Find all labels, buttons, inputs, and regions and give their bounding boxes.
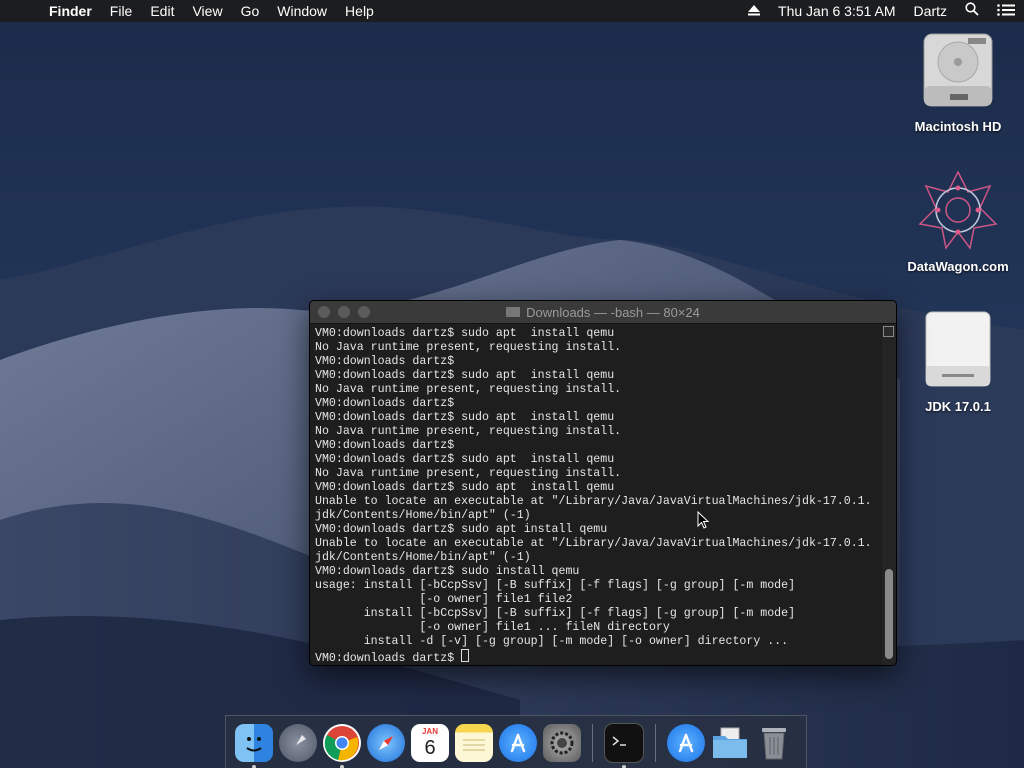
mouse-cursor-icon (697, 510, 710, 534)
dock-calendar-icon[interactable]: JAN 6 (411, 723, 449, 762)
dock-downloads-folder-icon[interactable] (711, 724, 749, 762)
desktop-icon-macintosh-hd[interactable]: Macintosh HD (898, 30, 1018, 134)
dock-terminal-icon[interactable] (604, 722, 644, 768)
terminal-output[interactable]: VM0:downloads dartz$ sudo apt install qe… (310, 324, 882, 665)
terminal-line: VM0:downloads dartz$ sudo apt install qe… (315, 453, 615, 466)
dock-notes-icon[interactable] (455, 723, 493, 762)
menu-bar: Finder File Edit View Go Window Help Thu… (0, 0, 1024, 22)
dock-app-store-downloads-icon[interactable] (667, 723, 705, 762)
terminal-line: VM0:downloads dartz$ (315, 439, 455, 452)
scrollbar-cap-icon (883, 326, 894, 337)
terminal-line: No Java runtime present, requesting inst… (315, 467, 622, 480)
dock-system-preferences-icon[interactable] (543, 723, 581, 762)
terminal-prompt: VM0:downloads dartz$ (315, 652, 462, 665)
dock-separator (655, 723, 656, 762)
terminal-line: Unable to locate an executable at "/Libr… (315, 495, 872, 508)
desktop-icon-label: Macintosh HD (914, 119, 1002, 134)
terminal-line: [-o owner] file1 file2 (315, 593, 573, 606)
menu-clock[interactable]: Thu Jan 6 3:51 AM (769, 0, 905, 22)
dock-chrome-icon[interactable] (323, 723, 361, 768)
running-indicator (622, 764, 626, 768)
calendar-month: JAN (421, 726, 438, 736)
menu-window[interactable]: Window (268, 0, 336, 22)
scrollbar-thumb[interactable] (885, 569, 893, 659)
menu-go[interactable]: Go (232, 0, 269, 22)
terminal-titlebar[interactable]: Downloads — -bash — 80×24 (310, 301, 896, 324)
terminal-scrollbar[interactable] (882, 324, 896, 665)
terminal-title: Downloads — -bash — 80×24 (526, 304, 700, 320)
terminal-prompt-line: VM0:downloads dartz$ (315, 649, 882, 665)
desktop-icon-jdk[interactable]: JDK 17.0.1 (898, 308, 1018, 414)
running-indicator (340, 764, 344, 768)
zoom-window-button[interactable] (358, 306, 370, 318)
dock-launchpad-icon[interactable] (279, 723, 317, 762)
terminal-line: install -d [-v] [-g group] [-m mode] [-o… (315, 635, 789, 648)
terminal-line: usage: install [-bCcpSsv] [-B suffix] [-… (315, 579, 796, 592)
terminal-line: VM0:downloads dartz$ sudo install qemu (315, 565, 580, 578)
terminal-line: VM0:downloads dartz$ (315, 397, 455, 410)
close-window-button[interactable] (318, 306, 330, 318)
terminal-line: jdk/Contents/Home/bin/apt" (-1) (315, 509, 531, 522)
dock-separator (592, 723, 593, 762)
desktop-icon-label: JDK 17.0.1 (925, 399, 991, 414)
terminal-line: [-o owner] file1 ... fileN directory (315, 621, 670, 634)
eject-icon[interactable] (739, 0, 769, 22)
menu-user[interactable]: Dartz (905, 0, 956, 22)
dock: JAN 6 (225, 715, 807, 768)
dock-safari-icon[interactable] (367, 723, 405, 762)
terminal-line: No Java runtime present, requesting inst… (315, 341, 622, 354)
terminal-line: VM0:downloads dartz$ sudo apt install qe… (315, 481, 615, 494)
dock-app-store-icon[interactable] (499, 723, 537, 762)
terminal-window[interactable]: Downloads — -bash — 80×24 VM0:downloads … (309, 300, 897, 666)
datawagon-icon (898, 168, 1018, 253)
terminal-line: Unable to locate an executable at "/Libr… (315, 537, 872, 550)
menu-help[interactable]: Help (336, 0, 383, 22)
notification-center-icon[interactable] (988, 0, 1024, 22)
menu-file[interactable]: File (101, 0, 142, 22)
terminal-line: jdk/Contents/Home/bin/apt" (-1) (315, 551, 531, 564)
calendar-day: 6 (424, 736, 436, 759)
desktop-icon-datawagon[interactable]: DataWagon.com (898, 168, 1018, 274)
terminal-line: VM0:downloads dartz$ (315, 355, 455, 368)
terminal-line: No Java runtime present, requesting inst… (315, 425, 622, 438)
text-cursor-icon (461, 649, 470, 662)
terminal-line: VM0:downloads dartz$ sudo apt install qe… (315, 369, 615, 382)
spotlight-search-icon[interactable] (956, 0, 988, 22)
terminal-line: install [-bCcpSsv] [-B suffix] [-f flags… (315, 607, 796, 620)
menu-edit[interactable]: Edit (141, 0, 183, 22)
terminal-line: VM0:downloads dartz$ sudo apt install qe… (315, 523, 608, 536)
terminal-line: VM0:downloads dartz$ sudo apt install qe… (315, 327, 615, 340)
menu-view[interactable]: View (183, 0, 231, 22)
disk-image-icon (898, 308, 1018, 393)
running-indicator (252, 764, 256, 768)
folder-icon (506, 307, 521, 317)
terminal-line: No Java runtime present, requesting inst… (315, 383, 622, 396)
minimize-window-button[interactable] (338, 306, 350, 318)
dock-trash-icon[interactable] (755, 724, 793, 762)
hard-drive-icon (898, 30, 1018, 113)
menu-app-name[interactable]: Finder (40, 0, 101, 22)
terminal-line: VM0:downloads dartz$ sudo apt install qe… (315, 411, 615, 424)
desktop-icon-label: DataWagon.com (907, 259, 1009, 274)
dock-finder-icon[interactable] (235, 723, 273, 768)
